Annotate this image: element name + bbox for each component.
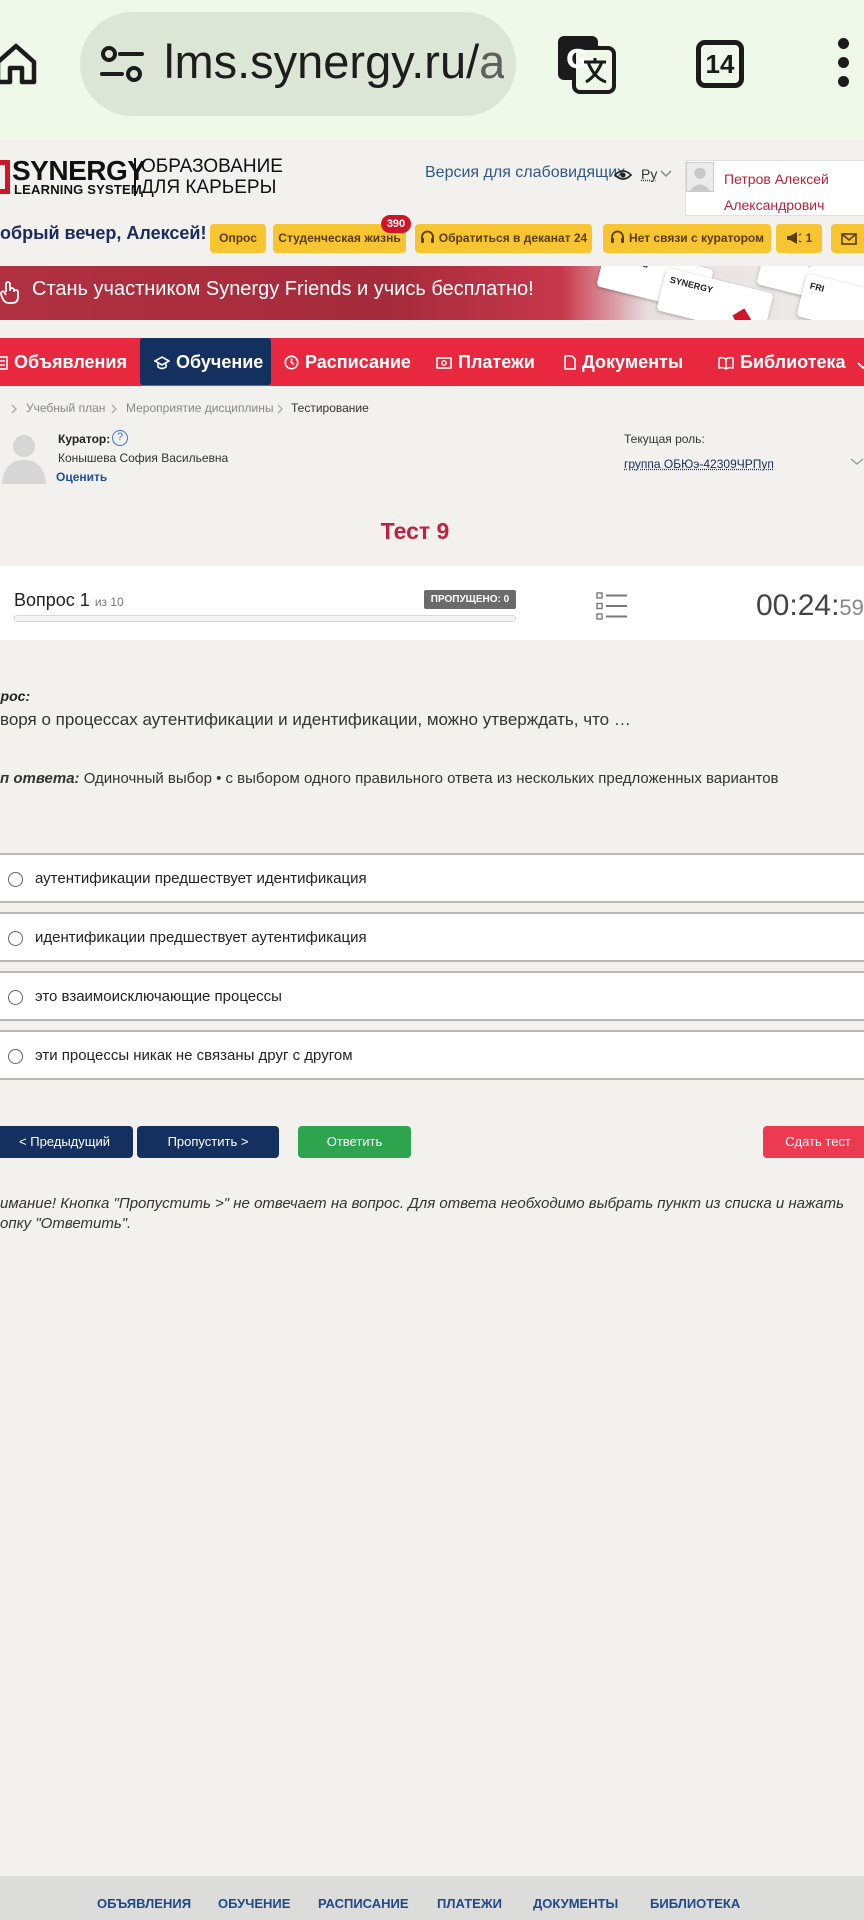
eye-icon [614,170,632,180]
site-settings-icon[interactable] [100,44,144,84]
nav-library[interactable]: Библиотека [718,338,864,386]
dean-office-button[interactable]: Обратиться в деканат 24 [415,224,592,253]
question-text: воря о процессах аутентификации и иденти… [0,710,631,729]
question-list-icon[interactable] [596,592,628,620]
notification-badge: 390 [381,215,411,233]
question-heading: прос: [0,688,31,704]
footer-documents[interactable]: ДОКУМЕНТЫ [533,1896,618,1911]
logo-divider [134,158,136,196]
breadcrumb-event[interactable]: Мероприятие дисциплины [126,401,273,415]
browser-toolbar: lms.synergy.ru/as G 14 [0,0,864,140]
mail-icon [841,233,857,245]
chevron-down-icon[interactable] [660,170,672,178]
logo-tagline: ОБРАЗОВАНИЕ ДЛЯ КАРЬЕРЫ [141,156,283,198]
footer-learning[interactable]: ОБУЧЕНИЕ [218,1896,290,1911]
more-menu-icon[interactable] [838,38,852,90]
logo-subtitle: LEARNING SYSTEM [14,182,142,197]
question-counter: Вопрос 1 из 10 [14,590,124,610]
home-icon[interactable] [0,40,42,88]
role-select[interactable]: группа ОБЮэ-42309ЧРПуп [624,457,774,471]
curator-avatar [2,435,46,484]
avatar[interactable] [686,162,714,192]
footer-library[interactable]: БИБЛИОТЕКА [650,1896,740,1911]
answer-type: п ответа: Одиночный выбор • с выбором од… [0,770,779,787]
graduation-cap-icon [153,356,171,370]
list-icon [0,356,8,370]
previous-button[interactable]: < Предыдущий [0,1126,133,1158]
submit-test-button[interactable]: Сдать тест [763,1126,864,1158]
translate-icon[interactable]: G [556,34,616,94]
radio-button[interactable] [8,872,23,887]
rate-curator-link[interactable]: Оценить [56,470,107,484]
radio-button[interactable] [8,931,23,946]
nav-schedule[interactable]: Расписание [284,338,411,386]
banner-card: SYNERGY [656,267,774,320]
skipped-badge: ПРОПУЩЕНО: 0 [424,590,516,609]
nav-payments[interactable]: Платежи [436,338,535,386]
hand-pointer-icon [0,281,19,304]
breadcrumb-plan[interactable]: Учебный план [26,401,105,415]
answer-option[interactable]: идентификации предшествует аутентификаци… [0,912,864,962]
accessibility-link[interactable]: Версия для слабовидящих [425,164,625,182]
answer-option[interactable]: аутентификации предшествует идентификаци… [0,853,864,903]
footer-schedule[interactable]: РАСПИСАНИЕ [318,1896,409,1911]
book-icon [718,356,734,370]
clock-icon [284,355,299,370]
nav-documents[interactable]: Документы [564,338,683,386]
language-select[interactable]: Ру [641,166,657,182]
headset-icon [611,230,625,243]
breadcrumb-current: Тестирование [291,401,369,415]
answer-option[interactable]: эти процессы никак не связаны друг с дру… [0,1030,864,1080]
timer: 00:24:59 [756,589,864,622]
curator-label: Куратор: [58,432,111,446]
payment-icon [436,357,452,369]
skip-button[interactable]: Пропустить > [137,1126,279,1158]
svg-text:G: G [566,45,587,75]
announcements-button[interactable]: 1 [776,224,822,253]
radio-button[interactable] [8,990,23,1005]
footer-announcements[interactable]: ОБЪЯВЛЕНИЯ [97,1896,191,1911]
user-name[interactable]: Петров Алексей Александрович [724,166,864,218]
chevron-right-icon [277,404,283,414]
radio-button[interactable] [8,1049,23,1064]
banner-text[interactable]: Стань участником Synergy Friends и учись… [32,278,534,301]
curator-name: Конышева София Васильевна [58,451,229,465]
document-icon [564,355,576,370]
survey-button[interactable]: Опрос [210,224,266,253]
answer-button[interactable]: Ответить [298,1126,411,1158]
tab-switcher-button[interactable]: 14 [696,40,744,88]
warning-note: имание! Кнопка "Пропустить >" не отвечае… [0,1195,845,1232]
test-title: Тест 9 [380,518,450,544]
curator-contact-button[interactable]: Нет связи с куратором [603,224,771,253]
messages-button[interactable] [831,224,864,253]
megaphone-icon [786,232,801,244]
nav-announcements[interactable]: Объявления [0,338,127,386]
greeting: обрый вечер, Алексей! [0,223,207,243]
main-nav: Объявления Обучение Расписание Платежи Д… [0,338,864,386]
promo-banner[interactable]: Стань участником Synergy Friends и учись… [0,266,864,320]
progress-bar [14,615,516,622]
chevron-down-icon[interactable] [850,458,864,466]
url-text[interactable]: lms.synergy.ru/as [164,30,504,94]
chevron-down-icon [857,362,864,370]
nav-learning[interactable]: Обучение [140,338,271,385]
help-icon[interactable]: ? [112,430,128,446]
answer-option[interactable]: это взаимоисключающие процессы [0,971,864,1021]
logo-mark [0,160,10,194]
role-label: Текущая роль: [624,432,705,446]
chevron-right-icon [11,404,17,414]
footer-payments[interactable]: ПЛАТЕЖИ [437,1896,502,1911]
headset-icon [420,230,434,243]
chevron-right-icon [111,404,117,414]
